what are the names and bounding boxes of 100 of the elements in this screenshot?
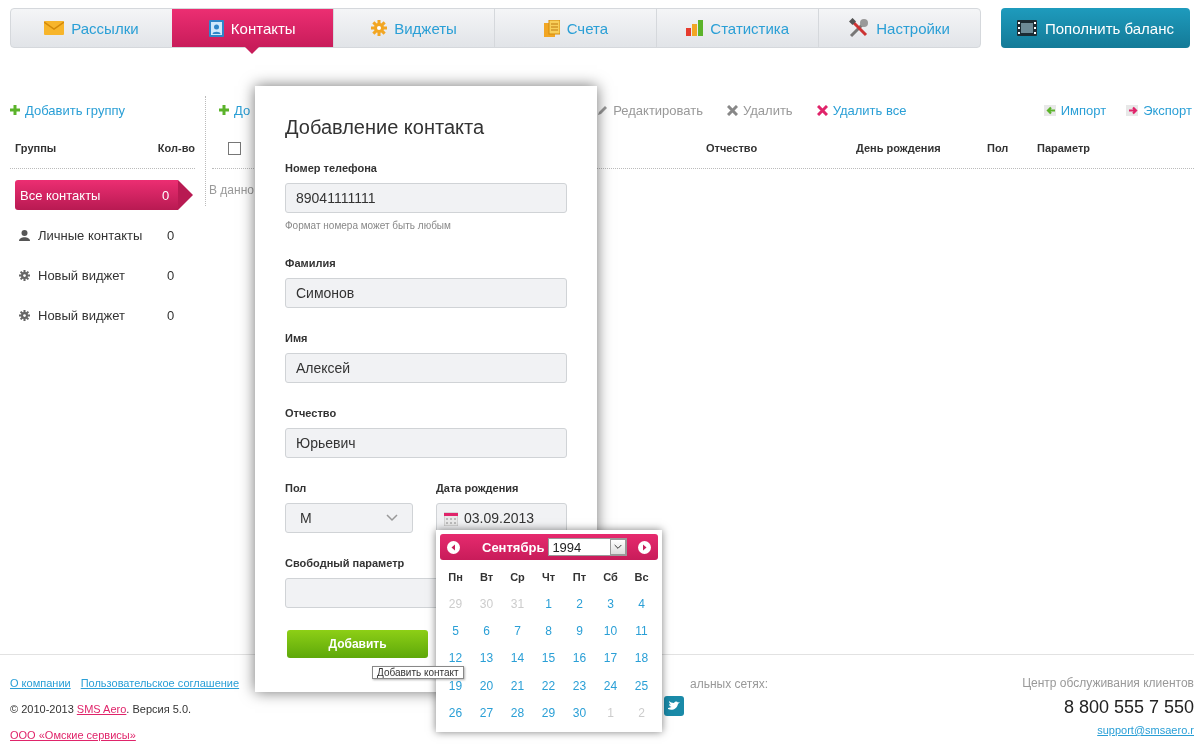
group-item[interactable]: Личные контакты 0 (10, 215, 195, 255)
delete-link[interactable]: Удалить все (816, 102, 907, 118)
weekday-label: Пт (571, 570, 588, 585)
field-label: Дата рождения (436, 482, 519, 496)
field-label: Номер телефона (285, 162, 377, 176)
calendar-day[interactable]: 16 (564, 644, 595, 672)
group-item[interactable]: Новый виджет 0 (10, 255, 195, 295)
calendar-day[interactable]: 3 (595, 590, 626, 618)
calendar-day[interactable]: 17 (595, 644, 626, 672)
hint-text: Формат номера может быть любым (285, 220, 452, 233)
input-field[interactable]: Симонов (285, 278, 567, 308)
group-count: 0 (167, 307, 176, 323)
add-contact-link[interactable]: До (219, 102, 251, 118)
export-link[interactable]: Экспорт (1126, 102, 1192, 118)
person-icon (18, 229, 30, 241)
calendar-day[interactable]: 24 (595, 671, 626, 700)
weekday-label: Пн (447, 570, 464, 585)
calendar-day[interactable]: 4 (626, 590, 657, 618)
column-header: Параметр (1037, 142, 1092, 154)
field-label: Свободный параметр (285, 557, 405, 571)
calendar-day[interactable]: 20 (471, 671, 502, 700)
calendar-day[interactable]: 27 (471, 699, 502, 727)
calendar-day[interactable]: 11 (626, 617, 657, 645)
export-icon (1126, 104, 1139, 116)
column-header: Отчество (706, 142, 759, 154)
import-link[interactable]: Импорт (1043, 102, 1107, 118)
documents-icon (543, 19, 560, 37)
email-link[interactable]: support@smsaero.r (1097, 724, 1194, 736)
weekday-label: Сб (602, 570, 619, 585)
footer-link[interactable]: Пользовательское соглашение (80, 677, 240, 689)
add-button[interactable]: Добавить (287, 630, 428, 658)
calendar-day[interactable]: 29 (533, 699, 564, 727)
gear-icon (18, 309, 30, 321)
year-select[interactable]: 1994 (548, 538, 628, 556)
previous-month-icon[interactable] (447, 540, 460, 554)
field-label: Отчество (285, 407, 337, 421)
column-header: День рождения (856, 142, 942, 154)
calendar-day[interactable]: 25 (626, 671, 657, 700)
copyright-text: © 2010-2013 SMS Aero. Версия 5.0. (10, 703, 192, 715)
calendar-day[interactable]: 2 (564, 590, 595, 618)
top-up-balance-button[interactable]: Пополнить баланс (1001, 8, 1190, 48)
calendar-day[interactable]: 23 (564, 671, 595, 700)
date-field[interactable]: 03.09.2013 (436, 503, 567, 533)
group-item[interactable]: Новый виджет 0 (10, 295, 195, 335)
calendar-day[interactable]: 13 (471, 644, 502, 672)
gear-icon (371, 20, 388, 36)
footer-link[interactable]: О компании (10, 677, 71, 689)
film-icon (1017, 20, 1037, 36)
calendar-day[interactable]: 9 (564, 617, 595, 645)
phone-number: 8 800 555 7 550 (1063, 696, 1194, 719)
tooltip: Добавить контакт (372, 666, 464, 679)
group-name: Новый виджет (38, 267, 126, 283)
weekday-label: Чт (540, 570, 557, 585)
caret-icon (614, 544, 623, 550)
social-label: альных сетях: (690, 677, 769, 691)
month-label: Сентябрь (482, 539, 545, 555)
cross-icon (727, 104, 738, 116)
calendar-day[interactable]: 22 (533, 671, 564, 700)
input-field[interactable]: Алексей (285, 353, 567, 383)
calendar-day[interactable]: 6 (471, 617, 502, 645)
bird-icon[interactable] (664, 696, 684, 716)
calendar-day[interactable]: 18 (626, 644, 657, 672)
calendar-day[interactable]: 5 (440, 617, 471, 645)
field-label: Фамилия (285, 257, 336, 271)
dialog-title: Добавление контакта (285, 116, 486, 140)
calendar-day[interactable]: 1 (533, 590, 564, 618)
calendar-day[interactable]: 30 (564, 699, 595, 727)
nav-tab[interactable]: Статистика (656, 9, 819, 47)
calendar-day[interactable]: 14 (502, 644, 533, 672)
calendar-day[interactable]: 10 (595, 617, 626, 645)
calendar-day[interactable]: 21 (502, 671, 533, 700)
input-field[interactable]: Юрьевич (285, 428, 567, 458)
empty-message: В данно (209, 183, 254, 197)
group-name: Все контакты (20, 187, 102, 203)
field-label: Пол (285, 482, 307, 496)
calendar-icon (444, 510, 458, 526)
phone-field[interactable]: 89041111111 (285, 183, 567, 213)
tools-icon (849, 18, 870, 38)
import-icon (1043, 104, 1056, 116)
select-all-checkbox[interactable] (228, 141, 241, 155)
weekday-label: Вт (478, 570, 495, 585)
column-header: Группы (15, 142, 57, 154)
company-link[interactable]: ООО «Омские сервисы» (10, 729, 136, 741)
add-group-link[interactable]: Добавить группу (10, 96, 195, 124)
nav-tab[interactable]: Виджеты (332, 9, 495, 47)
group-count: 0 (162, 187, 171, 203)
gender-select[interactable]: М (285, 503, 413, 533)
column-header: Пол (987, 142, 1010, 154)
nav-tab[interactable]: Настройки (818, 9, 980, 47)
calendar-day[interactable]: 7 (502, 617, 533, 645)
nav-tab[interactable]: Счета (494, 9, 657, 47)
group-name: Личные контакты (38, 227, 144, 243)
calendar-day[interactable]: 26 (440, 699, 471, 727)
calendar-day[interactable]: 28 (502, 699, 533, 727)
nav-tab[interactable]: Рассылки (11, 9, 172, 47)
plus-icon (219, 105, 229, 115)
bar-chart-icon (686, 20, 704, 36)
calendar-day[interactable]: 8 (533, 617, 564, 645)
calendar-day[interactable]: 15 (533, 644, 564, 672)
next-month-icon[interactable] (638, 540, 651, 554)
